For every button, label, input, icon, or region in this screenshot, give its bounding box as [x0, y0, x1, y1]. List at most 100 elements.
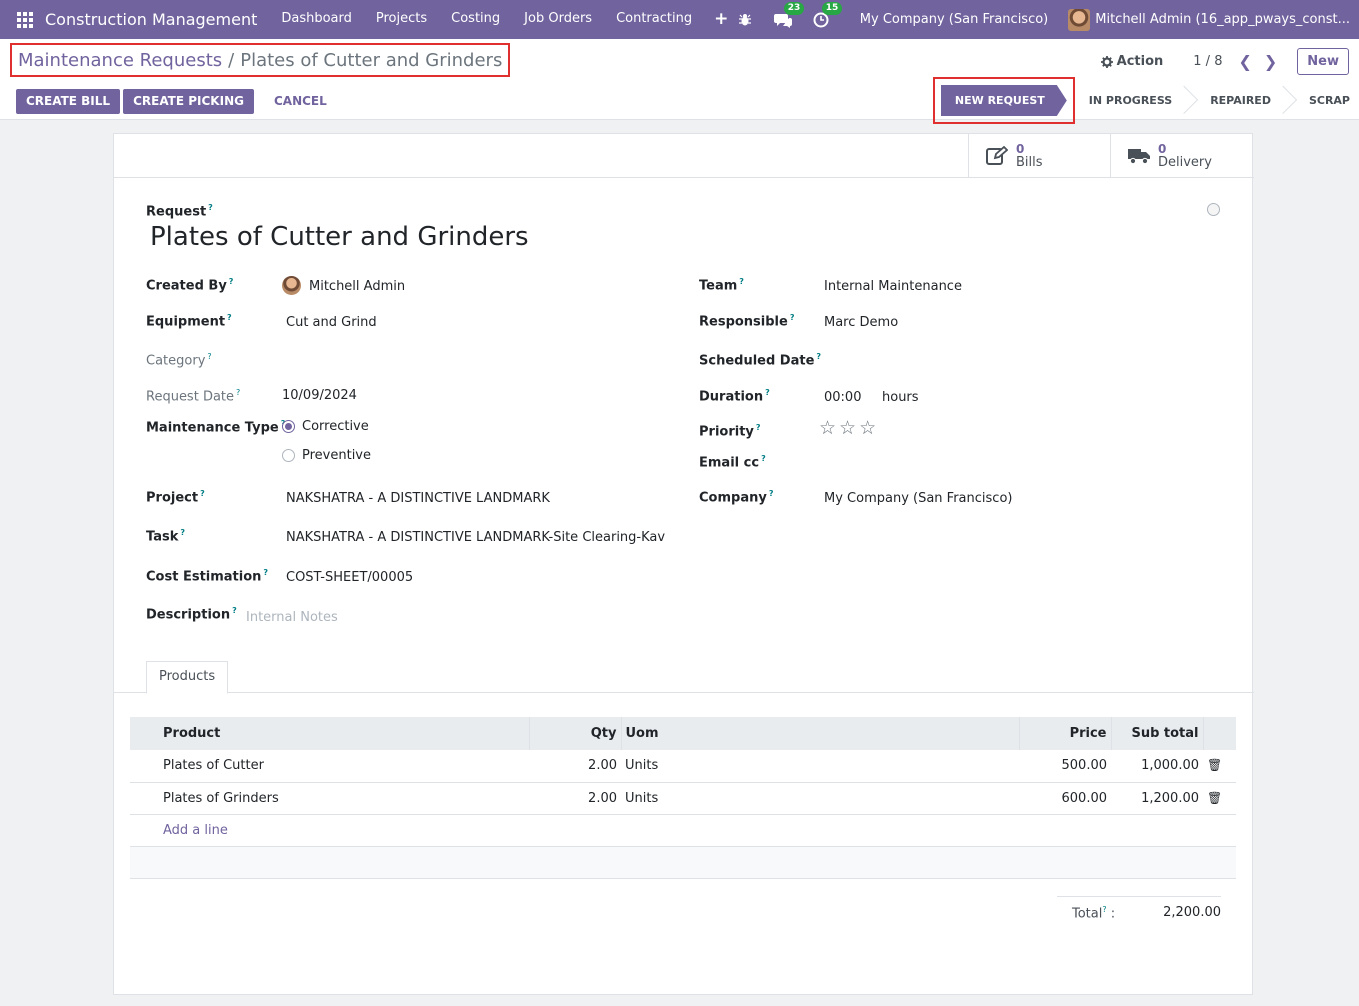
breadcrumb-separator: /	[228, 49, 235, 71]
radio-checked-icon	[282, 420, 295, 433]
category-label: Category?	[146, 352, 212, 369]
menu-job-orders[interactable]: Job Orders	[512, 11, 604, 28]
bills-count: 0	[1016, 142, 1025, 156]
star-icon[interactable]: ☆	[819, 419, 836, 438]
control-panel-right: Action 1 / 8 ❮ ❯ New	[1100, 48, 1349, 75]
cell-uom[interactable]: Units	[621, 782, 1019, 815]
breadcrumb-parent[interactable]: Maintenance Requests	[18, 50, 222, 71]
task-label: Task?	[146, 528, 185, 545]
cell-subtotal: 1,000.00	[1111, 750, 1203, 783]
tab-products[interactable]: Products	[146, 661, 229, 694]
description-field[interactable]: Internal Notes	[246, 610, 338, 625]
request-date-label: Request Date?	[146, 388, 241, 405]
category-field[interactable]	[282, 352, 662, 370]
bug-icon[interactable]	[736, 11, 754, 29]
activities-clock-icon[interactable]: 15	[812, 1, 843, 29]
email-cc-field[interactable]	[824, 454, 1204, 472]
maintenance-type-corrective-radio[interactable]: Corrective	[282, 419, 369, 434]
email-cc-label: Email cc?	[699, 454, 766, 471]
main-menu: Dashboard Projects Costing Job Orders Co…	[269, 11, 738, 28]
cancel-button[interactable]: CANCEL	[264, 89, 337, 114]
column-header-uom[interactable]: Uom	[621, 717, 1020, 750]
cell-price[interactable]: 500.00	[1019, 750, 1111, 783]
table-row[interactable]: Plates of Grinders 2.00 Units 600.00 1,2…	[130, 782, 1236, 815]
cell-price[interactable]: 600.00	[1019, 782, 1111, 815]
bills-smart-button[interactable]: 0 Bills	[968, 134, 1110, 178]
stage-scrap[interactable]: SCRAP	[1295, 85, 1359, 116]
delivery-smart-button[interactable]: 0 Delivery	[1110, 134, 1252, 178]
created-by-field[interactable]: Mitchell Admin	[309, 279, 405, 294]
kanban-state-indicator[interactable]	[1207, 203, 1220, 216]
menu-costing[interactable]: Costing	[439, 11, 512, 28]
company-switcher[interactable]: My Company (San Francisco)	[860, 12, 1048, 27]
responsible-label: Responsible?	[699, 313, 795, 330]
equipment-field[interactable]: Cut and Grind	[286, 315, 377, 330]
description-label: Description?	[146, 606, 237, 623]
scheduled-date-field[interactable]	[824, 352, 1204, 370]
column-header-subtotal[interactable]: Sub total	[1111, 717, 1204, 750]
empty-table-row	[130, 846, 1236, 879]
navbar-systray: 23 15 My Company (San Francisco) Mitchel…	[726, 0, 1359, 39]
cost-estimation-field[interactable]: COST-SHEET/00005	[286, 570, 413, 585]
pager-value[interactable]: 1 / 8	[1193, 54, 1222, 69]
create-picking-button[interactable]: CREATE PICKING	[123, 89, 254, 114]
table-row[interactable]: Plates of Cutter 2.00 Units 500.00 1,000…	[130, 750, 1236, 783]
stage-new-request[interactable]: NEW REQUEST	[941, 85, 1067, 116]
user-name: Mitchell Admin (16_app_pways_const...	[1095, 12, 1350, 27]
column-header-actions	[1203, 717, 1236, 750]
new-record-button[interactable]: New	[1297, 48, 1349, 75]
duration-unit: hours	[882, 390, 919, 405]
menu-dashboard[interactable]: Dashboard	[269, 11, 364, 28]
radio-unchecked-icon	[282, 449, 295, 462]
created-by-label: Created By?	[146, 277, 234, 294]
stage-in-progress[interactable]: IN PROGRESS	[1075, 85, 1186, 116]
maintenance-type-preventive-radio[interactable]: Preventive	[282, 448, 371, 463]
messages-icon[interactable]: 23	[773, 1, 805, 29]
menu-contracting[interactable]: Contracting	[604, 11, 704, 28]
stage-chevron-divider	[1285, 85, 1295, 116]
activities-badge: 15	[821, 1, 843, 15]
trash-icon[interactable]: 🗑	[1207, 791, 1222, 805]
pager-previous-chevron-icon[interactable]: ❮	[1238, 52, 1251, 71]
messages-badge: 23	[783, 1, 805, 15]
created-by-avatar	[282, 276, 301, 295]
column-header-product[interactable]: Product	[130, 717, 530, 750]
apps-menu-icon[interactable]	[17, 11, 33, 28]
cell-qty[interactable]: 2.00	[529, 782, 621, 815]
task-field[interactable]: NAKSHATRA - A DISTINCTIVE LANDMARK-Site …	[286, 530, 665, 545]
delivery-count: 0	[1158, 142, 1167, 156]
request-name-field[interactable]: Plates of Cutter and Grinders	[150, 222, 529, 252]
trash-icon[interactable]: 🗑	[1207, 758, 1222, 772]
cost-estimation-label: Cost Estimation?	[146, 568, 269, 585]
project-label: Project?	[146, 489, 205, 506]
create-bill-button[interactable]: CREATE BILL	[16, 89, 121, 114]
responsible-field[interactable]: Marc Demo	[824, 315, 898, 330]
menu-projects[interactable]: Projects	[364, 11, 439, 28]
duration-field[interactable]: 00:00	[824, 390, 861, 405]
column-header-price[interactable]: Price	[1019, 717, 1112, 750]
add-line-link[interactable]: Add a line	[163, 823, 228, 838]
request-date-field[interactable]: 10/09/2024	[282, 388, 357, 403]
user-menu[interactable]: Mitchell Admin (16_app_pways_const...	[1068, 8, 1350, 31]
delete-row-cell: 🗑	[1203, 750, 1236, 783]
column-header-qty[interactable]: Qty	[529, 717, 622, 750]
cell-product[interactable]: Plates of Grinders	[130, 782, 529, 815]
maintenance-type-label: Maintenance Type?	[146, 419, 285, 436]
company-field[interactable]: My Company (San Francisco)	[824, 491, 1012, 506]
cell-product[interactable]: Plates of Cutter	[130, 750, 529, 783]
team-field[interactable]: Internal Maintenance	[824, 279, 962, 294]
star-icon[interactable]: ☆	[859, 419, 876, 438]
app-name[interactable]: Construction Management	[45, 10, 257, 29]
company-label: Company?	[699, 489, 774, 506]
cell-qty[interactable]: 2.00	[529, 750, 621, 783]
action-menu-button[interactable]: Action	[1100, 54, 1163, 69]
pager-next-chevron-icon[interactable]: ❯	[1264, 52, 1277, 71]
cell-uom[interactable]: Units	[621, 750, 1019, 783]
project-field[interactable]: NAKSHATRA - A DISTINCTIVE LANDMARK	[286, 491, 550, 506]
stage-chevron-divider	[1186, 85, 1196, 116]
product-lines-table: Product Qty Uom Price Sub total Plates o…	[130, 717, 1236, 879]
total-label: Total? :	[1072, 905, 1116, 922]
star-icon[interactable]: ☆	[839, 419, 856, 438]
gear-icon	[1100, 55, 1113, 68]
priority-stars: ☆ ☆ ☆	[819, 419, 879, 438]
